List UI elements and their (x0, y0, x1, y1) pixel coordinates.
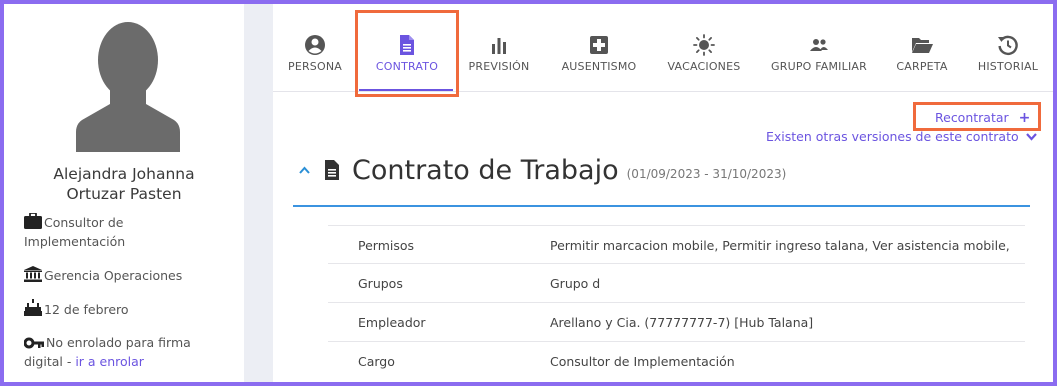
table-row: Grupos Grupo d (328, 263, 1025, 301)
profile-name: Alejandra Johanna Ortuzar Pasten (4, 164, 244, 204)
history-icon (998, 35, 1018, 56)
profile-department: Gerencia Operaciones (24, 266, 234, 285)
tab-grupo-familiar[interactable]: GRUPO FAMILIAR (769, 34, 869, 73)
table-row: Permisos Permitir marcacion mobile, Perm… (328, 225, 1025, 263)
medical-cross-icon (590, 36, 608, 54)
profile-name-last: Ortuzar Pasten (66, 185, 182, 203)
folder-open-icon (912, 38, 933, 53)
title-divider (293, 205, 1030, 207)
briefcase-icon (24, 213, 42, 229)
profile-birthday: 12 de febrero (24, 299, 234, 319)
bar-chart-icon (492, 38, 506, 54)
profile-position: Consultor de Implementación (24, 213, 126, 249)
group-icon (810, 39, 828, 51)
sun-icon (693, 34, 715, 56)
recontratar-button[interactable]: Recontratar + (935, 110, 1030, 126)
contract-header: Contrato de Trabajo (01/09/2023 - 31/10/… (293, 150, 786, 190)
collapse-chevron-icon[interactable] (299, 166, 310, 174)
tab-ausentismo[interactable]: AUSENTISMO (559, 34, 639, 73)
table-row: Cargo Consultor de Implementación (328, 341, 1025, 379)
birthday-cake-icon (24, 299, 42, 316)
chevron-down-icon (1025, 133, 1037, 141)
tab-prevision[interactable]: PREVISIÓN (467, 34, 531, 73)
enroll-link[interactable]: ir a enrolar (75, 354, 144, 369)
highlight-tab-contrato (355, 10, 459, 97)
table-row: Empleador Arellano y Cia. (77777777-7) [… (328, 302, 1025, 340)
tab-persona[interactable]: PERSONA (287, 34, 343, 73)
main-panel: PERSONA CONTRATO PREVISIÓN AUSENTISMO VA… (273, 4, 1053, 382)
tab-historial[interactable]: HISTORIAL (977, 34, 1039, 73)
person-circle-icon (305, 35, 325, 55)
plus-icon: + (1018, 110, 1031, 126)
document-icon (325, 160, 339, 180)
bank-icon (24, 266, 42, 282)
contract-title: Contrato de Trabajo (352, 154, 619, 186)
profile-name-first: Alejandra Johanna (53, 165, 195, 183)
profile-signature: No enrolado para firma digital - ir a en… (24, 335, 191, 369)
avatar (76, 22, 180, 152)
profile-card: Alejandra Johanna Ortuzar Pasten Consult… (4, 4, 244, 382)
tab-carpeta[interactable]: CARPETA (893, 34, 951, 73)
key-icon (24, 337, 44, 349)
app-frame: Alejandra Johanna Ortuzar Pasten Consult… (4, 4, 1053, 382)
tab-vacaciones[interactable]: VACACIONES (665, 34, 743, 73)
other-versions-link[interactable]: Existen otras versiones de este contrato (766, 129, 1037, 144)
contract-dates: (01/09/2023 - 31/10/2023) (626, 167, 787, 181)
